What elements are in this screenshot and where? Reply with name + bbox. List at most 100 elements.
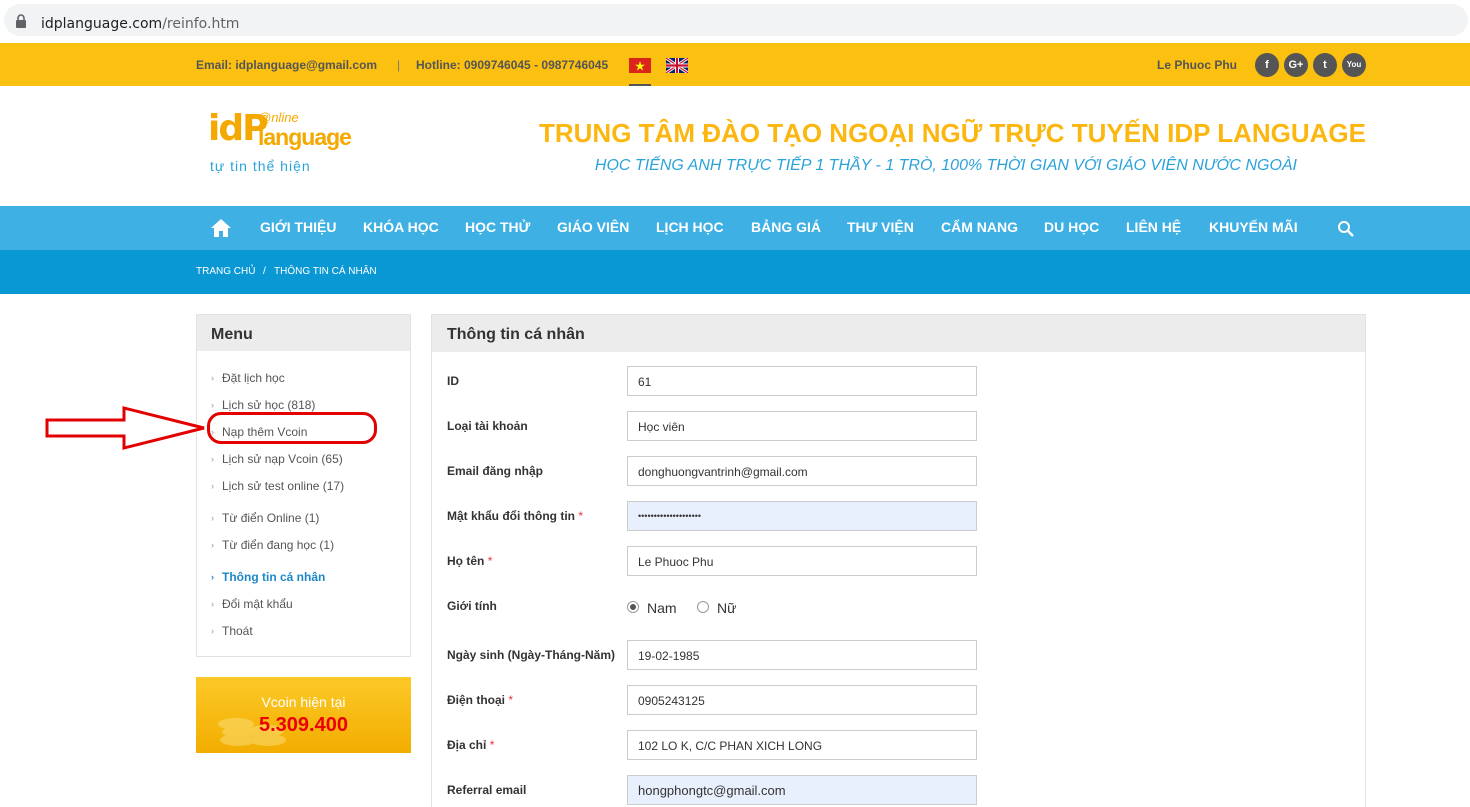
menu-item-label: Đặt lịch học (222, 371, 285, 385)
vcoin-value: 5.309.400 (259, 714, 348, 736)
google-plus-icon[interactable]: G+ (1284, 53, 1308, 77)
nav-item-khuyen-mai[interactable]: KHUYẾN MÃI (1209, 219, 1298, 235)
youtube-icon[interactable]: You (1342, 53, 1366, 77)
nav-item-cam-nang[interactable]: CẨM NANG (941, 219, 1018, 235)
menu-item-thoat[interactable]: › Thoát (211, 624, 253, 638)
phone-field[interactable]: 0905243125 (627, 685, 977, 715)
address-label-text: Địa chỉ (447, 738, 487, 752)
full-name-label-text: Họ tên (447, 554, 485, 568)
twitter-icon[interactable]: t (1313, 53, 1337, 77)
address-field[interactable]: 102 LO K, C/C PHAN XICH LONG (627, 730, 977, 760)
full-name-label: Họ tên * (447, 554, 492, 568)
nav-item-giao-vien[interactable]: GIÁO VIÊN (557, 219, 629, 235)
logo-language-text: language (258, 124, 352, 150)
facebook-icon[interactable]: f (1255, 53, 1279, 77)
menu-item-label: Lịch sử nạp Vcoin (65) (222, 452, 343, 466)
url-text: idplanguage.com/reinfo.htm (41, 16, 240, 32)
contact-email[interactable]: Email: idplanguage@gmail.com (196, 58, 377, 72)
dob-field[interactable]: 19-02-1985 (627, 640, 977, 670)
top-info-bar: Email: idplanguage@gmail.com | Hotline: … (0, 43, 1470, 86)
bullet-icon: › (211, 513, 214, 523)
menu-item-label: Lịch sử test online (17) (222, 479, 345, 493)
menu-item-label: Thoát (222, 624, 253, 638)
home-icon[interactable] (210, 218, 232, 238)
phone-label: Điện thoại * (447, 693, 513, 707)
menu-item-tu-dien-dang-hoc[interactable]: › Từ điển đang học (1) (211, 538, 335, 552)
menu-item-label: Đổi mật khẩu (222, 597, 293, 611)
password-label-text: Mật khẩu đổi thông tin (447, 509, 575, 523)
account-type-label: Loại tài khoản (447, 419, 528, 433)
bullet-icon: › (211, 572, 214, 582)
bullet-icon: › (211, 599, 214, 609)
contact-separator: | (397, 58, 401, 72)
gender-male-radio[interactable] (627, 601, 639, 613)
nav-item-lien-he[interactable]: LIÊN HỆ (1126, 219, 1181, 235)
breadcrumb: TRANG CHỦ / THÔNG TIN CÁ NHÂN (0, 250, 1470, 294)
browser-address-bar: idplanguage.com/reinfo.htm (0, 0, 1470, 40)
required-mark: * (508, 693, 514, 707)
dob-label: Ngày sinh (Ngày-Tháng-Năm) (447, 648, 616, 662)
menu-item-doi-mat-khau[interactable]: › Đổi mật khẩu (211, 597, 293, 611)
menu-item-label: Thông tin cá nhân (222, 570, 326, 584)
vcoin-label: Vcoin hiện tại (261, 694, 346, 710)
gender-female-label[interactable]: Nữ (717, 600, 736, 616)
address-label: Địa chỉ * (447, 738, 494, 752)
breadcrumb-current: THÔNG TIN CÁ NHÂN (274, 266, 377, 277)
gender-male-label[interactable]: Nam (647, 600, 677, 616)
nav-item-hoc-thu[interactable]: HỌC THỬ (465, 219, 530, 235)
annotation-highlight-oval (207, 412, 377, 444)
required-mark: * (489, 738, 495, 752)
login-email-field[interactable]: donghuongvantrinh@gmail.com (627, 456, 977, 486)
menu-item-label: Từ điển Online (1) (222, 511, 320, 525)
nav-item-du-hoc[interactable]: DU HỌC (1044, 219, 1099, 235)
bullet-icon: › (211, 626, 214, 636)
menu-item-lich-su-hoc[interactable]: › Lịch sử học (818) (211, 398, 316, 412)
password-label: Mật khẩu đổi thông tin * (447, 509, 583, 523)
main-nav: GIỚI THIỆU KHÓA HỌC HỌC THỬ GIÁO VIÊN LỊ… (0, 206, 1470, 250)
vietnam-flag-icon[interactable] (629, 58, 651, 73)
nav-item-gioi-thieu[interactable]: GIỚI THIỆU (260, 219, 337, 235)
lock-icon (16, 14, 26, 28)
sidebar-menu: Menu › Đặt lịch học › Lịch sử học (818) › N… (196, 314, 411, 657)
user-name-link[interactable]: Le Phuoc Phu (1157, 58, 1237, 72)
site-title: TRUNG TÂM ĐÀO TẠO NGOẠI NGỮ TRỰC TUYẾN I… (539, 118, 1366, 148)
url-field[interactable]: idplanguage.com/reinfo.htm (4, 4, 1468, 36)
bullet-icon: › (211, 481, 214, 491)
bullet-icon: › (211, 454, 214, 464)
menu-item-label: Từ điển đang học (1) (222, 538, 335, 552)
breadcrumb-home[interactable]: TRANG CHỦ (196, 266, 255, 277)
search-icon[interactable] (1337, 220, 1355, 238)
uk-flag-icon[interactable] (666, 58, 688, 73)
phone-label-text: Điện thoại (447, 693, 506, 707)
breadcrumb-separator: / (263, 266, 266, 277)
full-name-field[interactable]: Le Phuoc Phu (627, 546, 977, 576)
referral-email-label: Referral email (447, 783, 527, 797)
gender-female-radio[interactable] (697, 601, 709, 613)
site-subtitle: HỌC TIẾNG ANH TRỰC TIẾP 1 THẦY - 1 TRÒ, … (594, 157, 1297, 174)
menu-item-lich-su-test-online[interactable]: › Lịch sử test online (17) (211, 479, 345, 493)
nav-item-thu-vien[interactable]: THƯ VIỆN (847, 219, 914, 235)
menu-item-thong-tin-ca-nhan[interactable]: › Thông tin cá nhân (211, 570, 326, 584)
logo-tagline: tự tin thể hiện (210, 158, 311, 174)
logo-online-text: @nline (258, 110, 299, 125)
menu-item-tu-dien-online[interactable]: › Từ điển Online (1) (211, 511, 320, 525)
nav-item-lich-hoc[interactable]: LỊCH HỌC (656, 219, 724, 235)
menu-item-label: Lịch sử học (818) (222, 398, 316, 412)
id-label: ID (447, 374, 459, 388)
menu-item-dat-lich-hoc[interactable]: › Đặt lịch học (211, 371, 285, 385)
bullet-icon: › (211, 540, 214, 550)
menu-title: Menu (197, 315, 410, 351)
required-mark: * (487, 554, 493, 568)
account-type-field[interactable]: Học viên (627, 411, 977, 441)
nav-item-khoa-hoc[interactable]: KHÓA HỌC (363, 219, 439, 235)
menu-item-lich-su-nap-vcoin[interactable]: › Lịch sử nạp Vcoin (65) (211, 452, 343, 466)
bullet-icon: › (211, 373, 214, 383)
contact-hotline[interactable]: Hotline: 0909746045 - 0987746045 (416, 58, 608, 72)
bullet-icon: › (211, 400, 214, 410)
id-field[interactable]: 61 (627, 366, 977, 396)
panel-title: Thông tin cá nhân (432, 315, 1365, 352)
site-logo[interactable]: idP @nline language tự tin thể hiện (208, 108, 352, 178)
referral-email-field[interactable]: hongphongtc@gmail.com (627, 775, 977, 805)
password-field[interactable]: •••••••••••••••••••• (627, 501, 977, 531)
nav-item-bang-gia[interactable]: BẢNG GIÁ (751, 219, 821, 235)
